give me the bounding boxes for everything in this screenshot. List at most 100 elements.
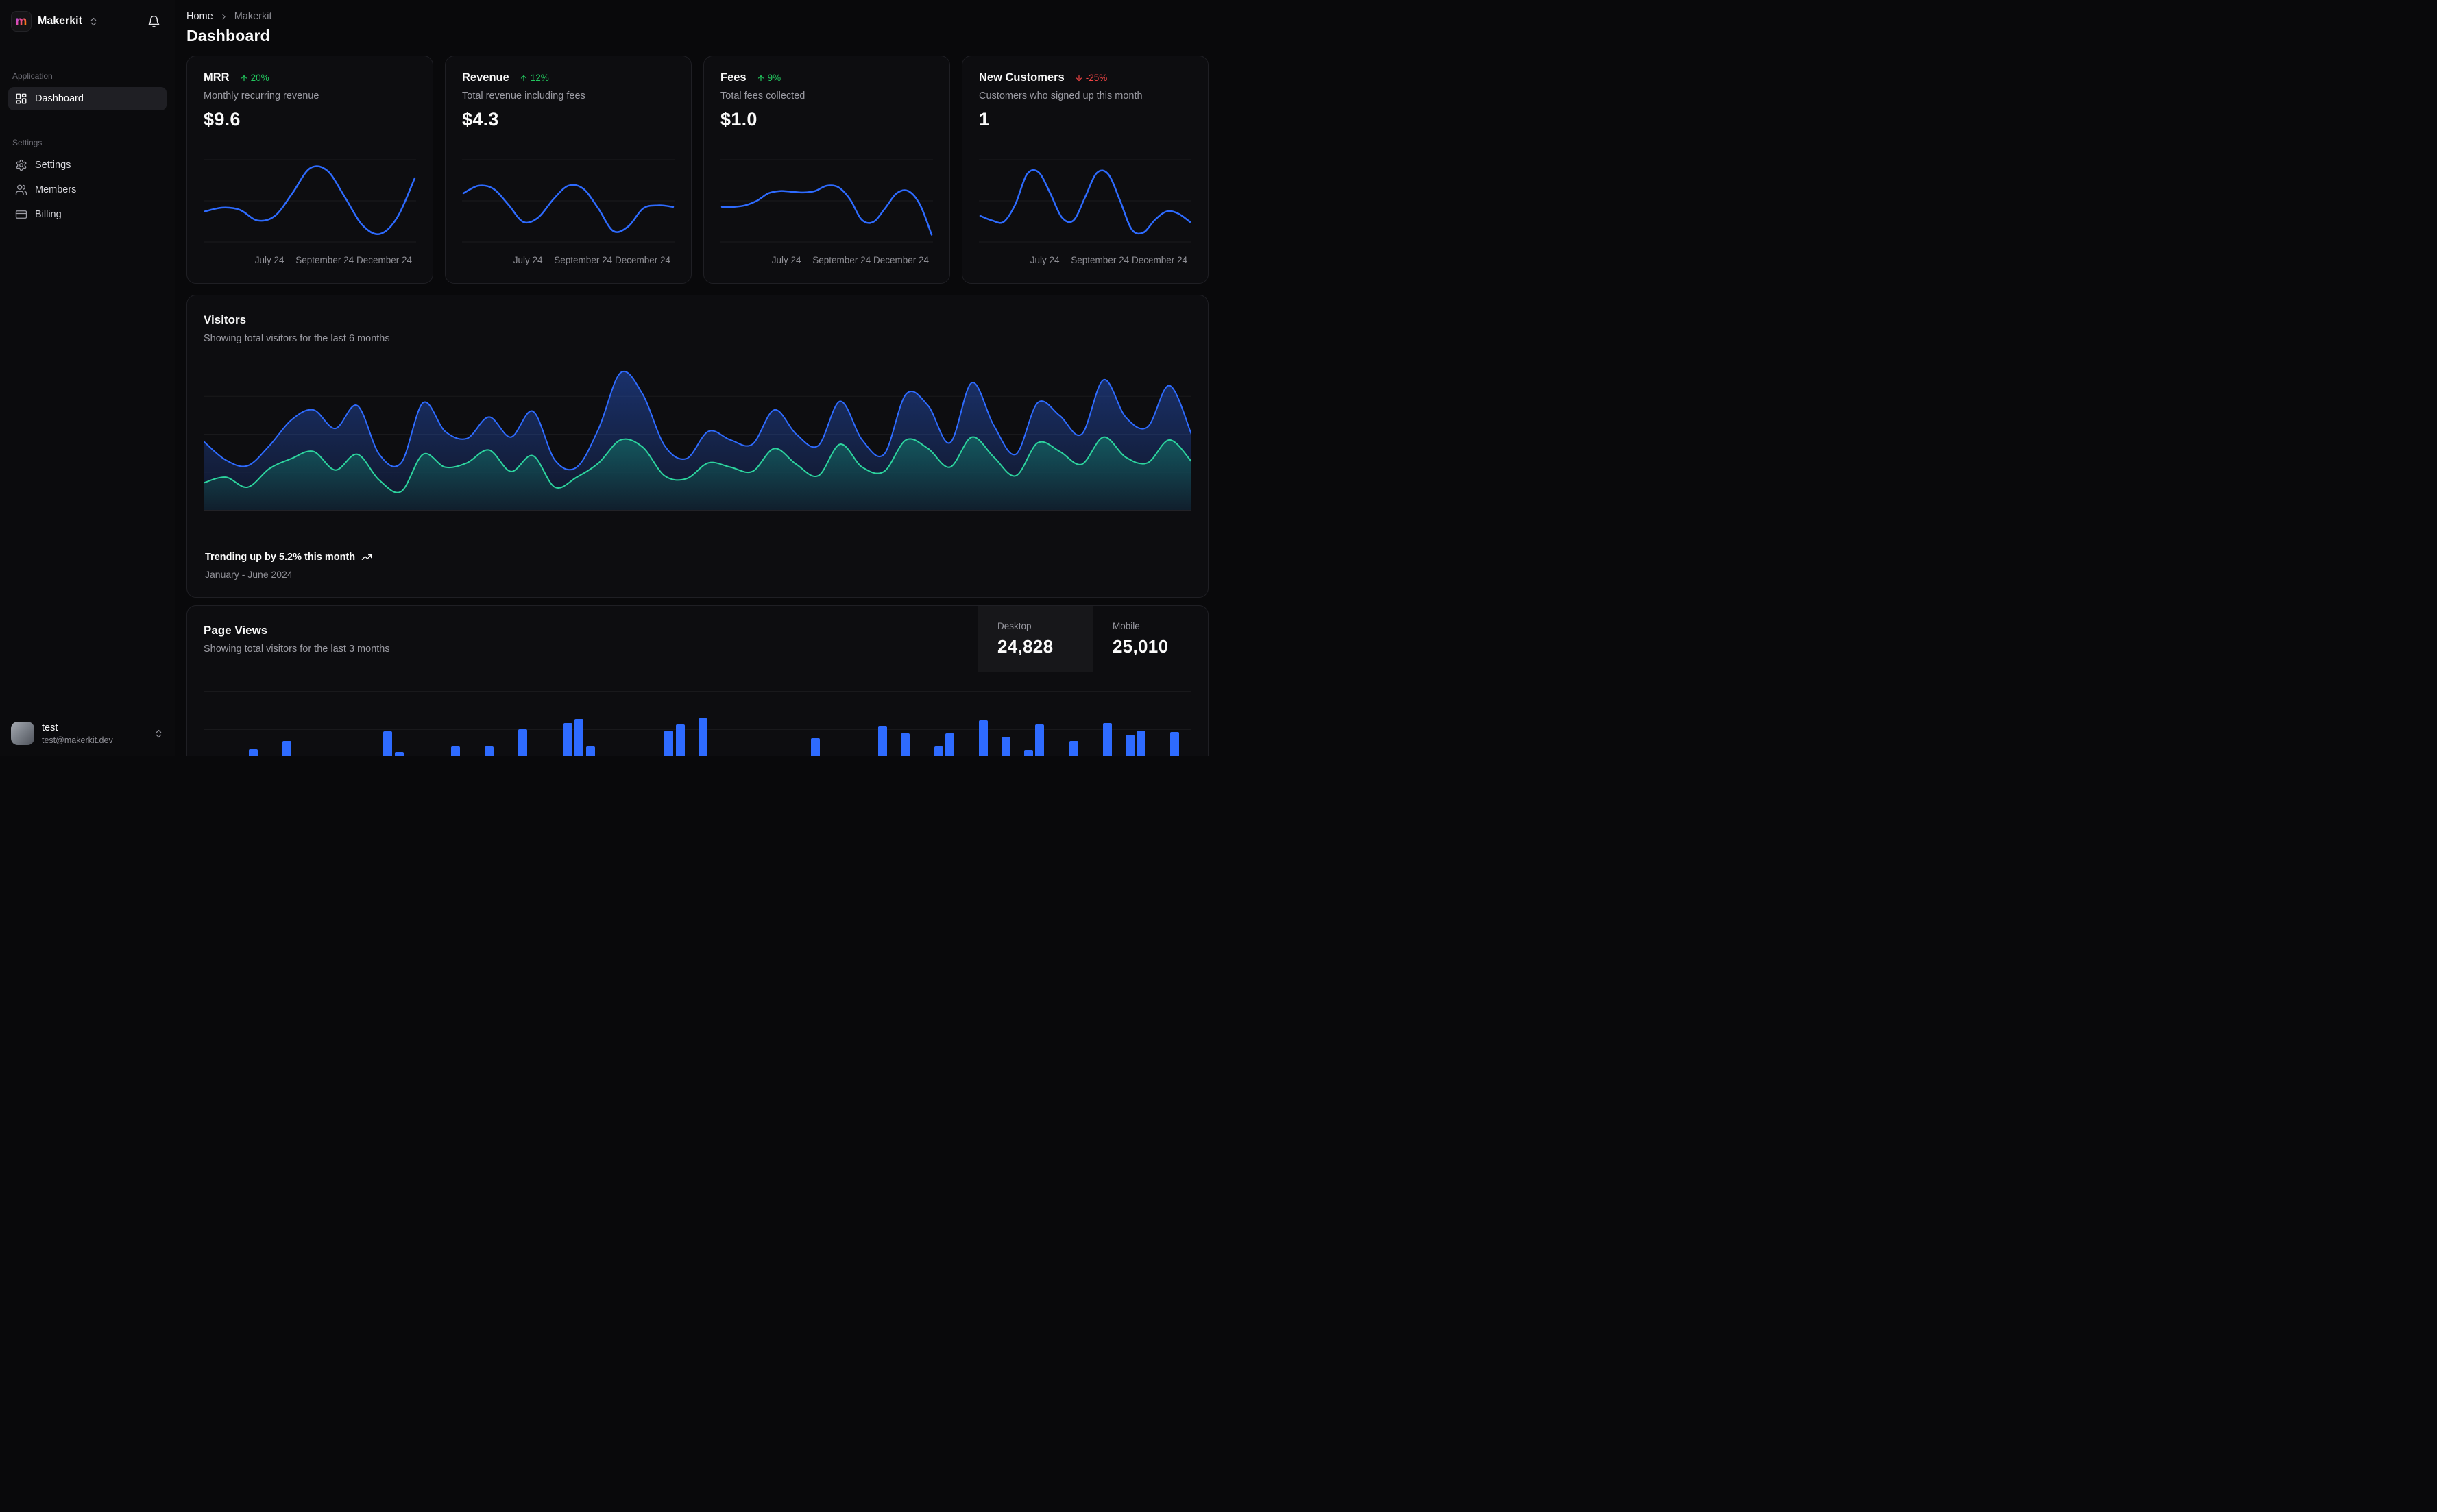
page-views-header: Page Views Showing total visitors for th…	[187, 606, 1208, 672]
stat-card-fees: Fees 9% Total fees collected $1.0 July 2…	[703, 56, 950, 284]
stat-card-revenue: Revenue 12% Total revenue including fees…	[445, 56, 692, 284]
arrow-up-icon	[757, 75, 764, 81]
dashboard-icon	[16, 93, 27, 104]
mobile-label: Mobile	[1113, 620, 1140, 631]
desktop-value: 24,828	[997, 635, 1054, 657]
stat-value: 1	[979, 109, 990, 130]
bar	[698, 718, 707, 756]
bar	[585, 746, 595, 756]
bar	[248, 749, 258, 756]
bar	[574, 719, 584, 756]
mobile-stat-toggle[interactable]: Mobile 25,010	[1093, 606, 1208, 672]
trend-badge: 9%	[757, 73, 781, 83]
stat-card-new-customers: New Customers -25% Customers who signed …	[962, 56, 1209, 284]
visitors-area-chart	[204, 358, 1191, 511]
sidebar-item-dashboard[interactable]: Dashboard	[8, 87, 167, 110]
stat-title: Fees	[720, 71, 747, 84]
trending-up-icon	[361, 554, 372, 560]
sidebar-item-label: Settings	[35, 160, 71, 171]
stat-subtitle: Total fees collected	[720, 90, 805, 101]
stat-subtitle: Customers who signed up this month	[979, 90, 1143, 101]
bar	[1125, 735, 1135, 756]
bar	[1102, 723, 1112, 756]
sidebar-item-members[interactable]: Members	[8, 178, 167, 202]
stat-value: $1.0	[720, 109, 757, 130]
visitors-period: January - June 2024	[205, 569, 293, 580]
page-title: Dashboard	[186, 27, 270, 45]
stat-title: Revenue	[462, 71, 509, 84]
sidebar-section-application: Application	[12, 71, 53, 81]
visitors-title: Visitors	[204, 313, 247, 326]
billing-icon	[15, 210, 27, 219]
bar	[450, 746, 460, 756]
user-email: test@makerkit.dev	[42, 735, 113, 745]
bar	[934, 746, 943, 756]
page-views-card: Page Views Showing total visitors for th…	[186, 605, 1209, 756]
members-icon	[15, 184, 27, 195]
sparkline-chart	[204, 158, 416, 244]
workspace-name: Makerkit	[38, 15, 82, 27]
chevrons-up-down-icon	[90, 17, 97, 25]
bar	[877, 726, 887, 756]
bar	[484, 746, 494, 756]
visitors-card: Visitors Showing total visitors for the …	[186, 295, 1209, 598]
bar	[900, 733, 910, 756]
sparkline-chart	[979, 158, 1191, 244]
stat-title: MRR	[204, 71, 230, 84]
chevron-right-icon	[222, 14, 226, 19]
x-axis-labels: July 24 September 24 December 24	[254, 255, 413, 265]
trend-badge: -25%	[1075, 73, 1107, 83]
user-name: test	[42, 722, 58, 733]
bar	[1069, 741, 1078, 756]
breadcrumb-current[interactable]: Makerkit	[234, 11, 272, 22]
sidebar-item-billing[interactable]: Billing	[8, 203, 167, 226]
page-views-title: Page Views	[204, 624, 268, 637]
main-content: Home Makerkit Dashboard MRR 20% Monthly …	[175, 0, 1218, 756]
arrow-up-icon	[241, 75, 247, 81]
bar	[518, 729, 528, 756]
chevrons-up-down-icon	[156, 729, 162, 737]
stat-card-mrr: MRR 20% Monthly recurring revenue $9.6 J…	[186, 56, 433, 284]
bar	[1035, 724, 1045, 756]
bar	[1170, 732, 1180, 756]
stat-subtitle: Total revenue including fees	[462, 90, 585, 101]
desktop-stat-toggle[interactable]: Desktop 24,828	[978, 606, 1093, 672]
stat-value: $4.3	[462, 109, 499, 130]
stat-title: New Customers	[979, 71, 1065, 84]
arrow-up-icon	[520, 75, 526, 81]
breadcrumb-home-link[interactable]: Home	[186, 11, 213, 22]
page-views-subtitle: Showing total visitors for the last 3 mo…	[204, 644, 390, 655]
bar	[1137, 731, 1145, 756]
bar	[1024, 750, 1033, 756]
visitors-subtitle: Showing total visitors for the last 6 mo…	[204, 333, 390, 344]
bar	[810, 738, 820, 756]
page-views-bar-chart	[204, 672, 1191, 756]
bell-icon	[148, 15, 159, 27]
trend-badge: 20%	[240, 73, 269, 83]
bar	[675, 724, 685, 756]
x-axis-labels: July 24 September 24 December 24	[513, 255, 671, 265]
stat-card-grid: MRR 20% Monthly recurring revenue $9.6 J…	[186, 56, 1209, 284]
breadcrumb: Home Makerkit	[186, 11, 1209, 22]
x-axis-labels: July 24 September 24 December 24	[1030, 255, 1188, 265]
bar	[394, 752, 404, 756]
sidebar-item-label: Dashboard	[35, 93, 84, 104]
app-root: m Makerkit Application Dashboard Setting…	[0, 0, 1218, 756]
sidebar-section-settings: Settings	[12, 138, 43, 147]
bar	[563, 723, 572, 756]
visitors-footer: Trending up by 5.2% this month January -…	[205, 552, 372, 580]
bar	[383, 731, 393, 756]
visitors-trend-text: Trending up by 5.2% this month	[205, 552, 356, 563]
workspace-switcher[interactable]: m Makerkit	[8, 8, 167, 34]
sidebar-item-settings[interactable]: Settings	[8, 154, 167, 177]
sparkline-chart	[720, 158, 933, 244]
gear-icon	[16, 159, 27, 171]
sidebar: m Makerkit Application Dashboard Setting…	[0, 0, 175, 756]
stat-value: $9.6	[204, 109, 241, 130]
notifications-button[interactable]	[143, 11, 164, 32]
arrow-down-icon	[1076, 75, 1082, 81]
bar	[282, 741, 291, 756]
user-menu[interactable]: test test@makerkit.dev	[8, 719, 167, 748]
trend-badge: 12%	[520, 73, 549, 83]
stat-subtitle: Monthly recurring revenue	[204, 90, 319, 101]
